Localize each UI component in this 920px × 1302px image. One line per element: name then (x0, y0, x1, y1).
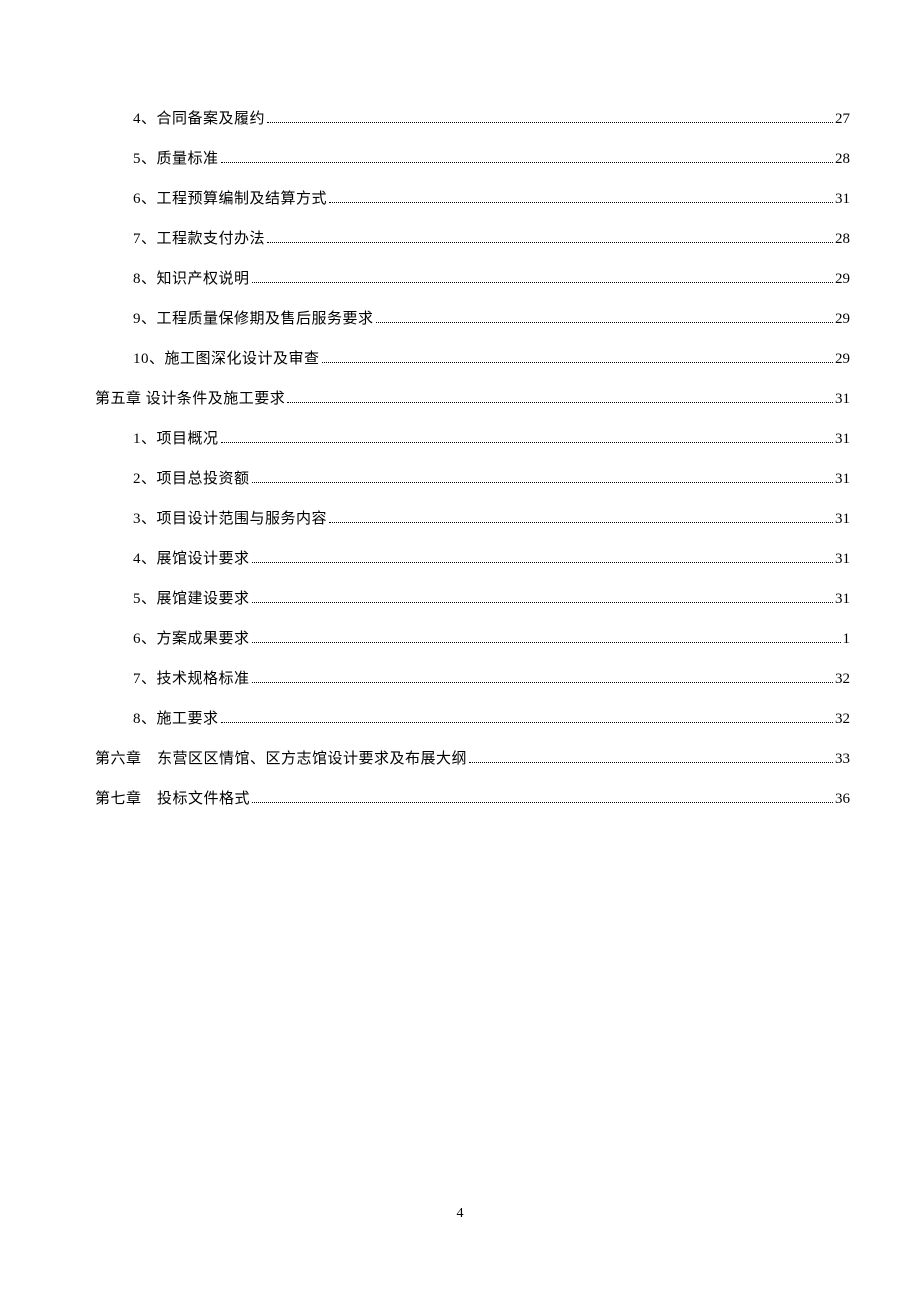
toc-entry: 6、工程预算编制及结算方式 31 (133, 190, 850, 208)
table-of-contents: 4、合同备案及履约 27 5、质量标准 28 6、工程预算编制及结算方式 31 7、工程款支… (95, 110, 850, 808)
toc-leader-dots (252, 281, 833, 283)
toc-entry: 8、知识产权说明 29 (133, 270, 850, 288)
toc-entry: 4、合同备案及履约 27 (133, 110, 850, 128)
toc-entry-label: 9、工程质量保修期及售后服务要求 (133, 310, 374, 328)
toc-leader-dots (267, 241, 833, 243)
page-number: 4 (0, 1206, 920, 1222)
toc-entry-label: 6、方案成果要求 (133, 630, 250, 648)
toc-entry-label: 10、施工图深化设计及审查 (133, 350, 320, 368)
toc-entry: 3、项目设计范围与服务内容 31 (133, 510, 850, 528)
document-page: 4、合同备案及履约 27 5、质量标准 28 6、工程预算编制及结算方式 31 7、工程款支… (0, 0, 920, 808)
toc-leader-dots (329, 201, 833, 203)
toc-entry-label: 2、项目总投资额 (133, 470, 250, 488)
toc-entry-label: 3、项目设计范围与服务内容 (133, 510, 327, 528)
toc-entry-label: 7、技术规格标准 (133, 670, 250, 688)
toc-entry: 6、方案成果要求 1 (133, 630, 850, 648)
toc-leader-dots (221, 161, 833, 163)
toc-entry: 9、工程质量保修期及售后服务要求 29 (133, 310, 850, 328)
toc-entry-page: 31 (835, 430, 850, 448)
toc-entry: 第五章 设计条件及施工要求 31 (95, 390, 850, 408)
toc-entry-page: 33 (835, 750, 850, 768)
toc-leader-dots (252, 561, 833, 563)
toc-leader-dots (221, 721, 833, 723)
toc-entry: 第六章 东营区区情馆、区方志馆设计要求及布展大纲 33 (95, 750, 850, 768)
toc-entry-label: 5、质量标准 (133, 150, 219, 168)
toc-leader-dots (376, 321, 833, 323)
toc-entry: 5、质量标准 28 (133, 150, 850, 168)
toc-entry-label: 第七章 投标文件格式 (95, 790, 250, 808)
toc-leader-dots (287, 401, 833, 403)
toc-entry-page: 28 (835, 150, 850, 168)
toc-entry-page: 31 (835, 550, 850, 568)
toc-leader-dots (221, 441, 833, 443)
toc-entry-label: 8、知识产权说明 (133, 270, 250, 288)
toc-entry-label: 4、合同备案及履约 (133, 110, 265, 128)
toc-entry-label: 6、工程预算编制及结算方式 (133, 190, 327, 208)
toc-leader-dots (267, 121, 833, 123)
toc-entry-label: 4、展馆设计要求 (133, 550, 250, 568)
toc-entry-label: 第五章 设计条件及施工要求 (95, 390, 285, 408)
toc-entry-page: 29 (835, 270, 850, 288)
toc-entry-page: 31 (835, 510, 850, 528)
toc-leader-dots (322, 361, 833, 363)
toc-entry-page: 28 (835, 230, 850, 248)
toc-entry-page: 36 (835, 790, 850, 808)
toc-entry: 7、技术规格标准 32 (133, 670, 850, 688)
toc-leader-dots (329, 521, 833, 523)
toc-entry-page: 29 (835, 310, 850, 328)
toc-entry: 第七章 投标文件格式 36 (95, 790, 850, 808)
toc-entry-page: 31 (835, 390, 850, 408)
toc-entry: 1、项目概况 31 (133, 430, 850, 448)
toc-entry-label: 5、展馆建设要求 (133, 590, 250, 608)
toc-entry-page: 31 (835, 470, 850, 488)
toc-entry-page: 29 (835, 350, 850, 368)
toc-entry-page: 31 (835, 590, 850, 608)
toc-entry-label: 8、施工要求 (133, 710, 219, 728)
toc-entry-label: 第六章 东营区区情馆、区方志馆设计要求及布展大纲 (95, 750, 467, 768)
toc-leader-dots (469, 761, 833, 763)
toc-leader-dots (252, 601, 833, 603)
toc-entry-page: 27 (835, 110, 850, 128)
toc-leader-dots (252, 641, 841, 643)
toc-entry: 2、项目总投资额 31 (133, 470, 850, 488)
toc-entry: 8、施工要求 32 (133, 710, 850, 728)
toc-entry-page: 1 (843, 630, 851, 648)
toc-entry-page: 32 (835, 710, 850, 728)
toc-leader-dots (252, 481, 833, 483)
toc-entry: 5、展馆建设要求 31 (133, 590, 850, 608)
toc-leader-dots (252, 681, 833, 683)
toc-entry-label: 1、项目概况 (133, 430, 219, 448)
toc-entry: 4、展馆设计要求 31 (133, 550, 850, 568)
toc-entry: 10、施工图深化设计及审查 29 (133, 350, 850, 368)
toc-entry-label: 7、工程款支付办法 (133, 230, 265, 248)
toc-entry: 7、工程款支付办法 28 (133, 230, 850, 248)
toc-entry-page: 32 (835, 670, 850, 688)
toc-entry-page: 31 (835, 190, 850, 208)
toc-leader-dots (252, 801, 833, 803)
